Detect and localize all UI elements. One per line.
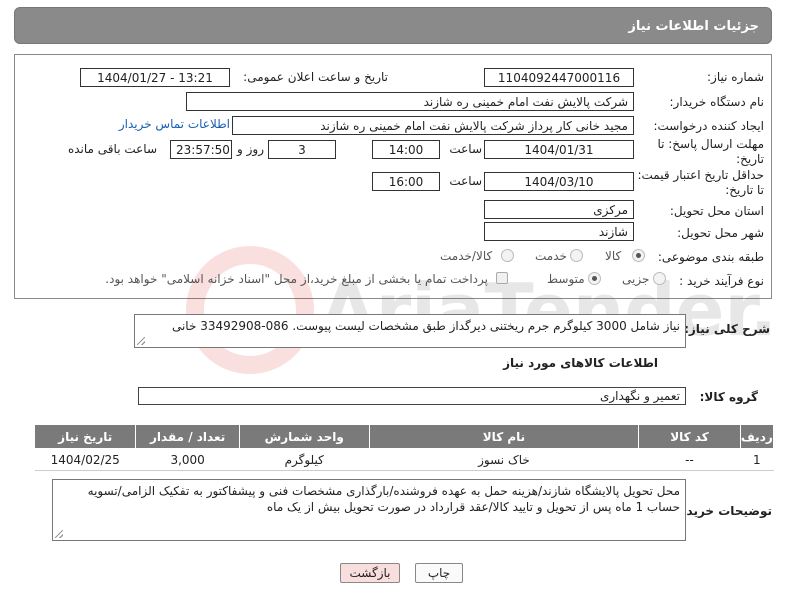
buyer-contact-link[interactable]: اطلاعات تماس خریدار: [119, 117, 230, 131]
city-label: شهر محل تحویل:: [677, 226, 764, 240]
category-label: طبقه بندی موضوعی:: [657, 250, 764, 264]
days-field[interactable]: 3: [268, 140, 336, 159]
buyer-notes-text: محل تحویل پالایشگاه شازند/هزینه حمل به ع…: [87, 484, 680, 514]
col-date-header: تاریخ نیاز: [33, 424, 137, 449]
goods-table: ردیف کد کالا نام کالا واحد شمارش تعداد /…: [33, 424, 775, 471]
process-option-minor: جزیی: [622, 272, 650, 286]
deadline-date-field[interactable]: 1404/01/31: [484, 140, 634, 159]
description-textarea[interactable]: نیاز شامل 3000 کیلوگرم جرم ریختنی دیرگدا…: [134, 314, 686, 348]
process-radio-minor[interactable]: [653, 272, 666, 285]
validity-date-field[interactable]: 1404/03/10: [484, 172, 634, 191]
buyer-field[interactable]: شرکت پالایش نفت امام خمینی ره شازند: [186, 92, 634, 111]
need-number-label: شماره نیاز:: [707, 70, 764, 84]
deadline-time-label: ساعت: [449, 142, 482, 156]
description-text: نیاز شامل 3000 کیلوگرم جرم ریختنی دیرگدا…: [171, 319, 680, 333]
category-option-both: کالا/خدمت: [440, 249, 493, 263]
days-label: روز و: [237, 142, 264, 156]
province-label: استان محل تحویل:: [669, 204, 764, 218]
cell-name: خاک نسوز: [369, 448, 639, 471]
category-option-goods: کالا: [605, 249, 622, 263]
cell-qty: 3,000: [135, 448, 240, 471]
goods-group-label: گروه کالا:: [699, 390, 758, 404]
page-title-bar: جزئیات اطلاعات نیاز: [14, 7, 772, 44]
col-qty-header: تعداد / مقدار: [135, 424, 240, 449]
goods-section-title: اطلاعات کالاهای مورد نیاز: [503, 356, 658, 370]
col-unit-header: واحد شمارش: [238, 424, 370, 449]
resize-grip-icon[interactable]: [55, 530, 63, 538]
validity-time-field[interactable]: 16:00: [372, 172, 440, 191]
cell-date: 1404/02/25: [34, 448, 136, 471]
deadline-time-field[interactable]: 14:00: [372, 140, 440, 159]
validity-label-1: حداقل تاریخ اعتبار قیمت:: [637, 168, 764, 182]
buyer-notes-textarea[interactable]: محل تحویل پالایشگاه شازند/هزینه حمل به ع…: [52, 479, 686, 541]
buyer-label: نام دستگاه خریدار:: [669, 95, 765, 109]
goods-group-field[interactable]: تعمیر و نگهداری: [138, 387, 686, 405]
back-button[interactable]: بازگشت: [340, 563, 400, 583]
goods-table-header: ردیف کد کالا نام کالا واحد شمارش تعداد /…: [33, 424, 775, 449]
table-row[interactable]: 1 -- خاک نسوز کیلوگرم 3,000 1404/02/25: [34, 448, 774, 471]
process-option-medium: متوسط: [547, 272, 585, 286]
province-field[interactable]: مرکزی: [484, 200, 634, 219]
city-field[interactable]: شازند: [484, 222, 634, 241]
page-title: جزئیات اطلاعات نیاز: [628, 19, 759, 34]
cell-row: 1: [740, 448, 774, 471]
category-option-service: خدمت: [535, 249, 567, 263]
process-radio-medium[interactable]: [588, 272, 601, 285]
resize-grip-icon[interactable]: [137, 337, 145, 345]
deadline-label-1: مهلت ارسال پاسخ: تا: [657, 137, 764, 151]
category-radio-goods[interactable]: [632, 249, 645, 262]
process-label: نوع فرآیند خرید :: [679, 274, 764, 288]
need-number-field[interactable]: 1104092447000116: [484, 68, 634, 87]
validity-label-2: تا تاریخ:: [725, 183, 764, 197]
validity-time-label: ساعت: [449, 174, 482, 188]
category-radio-both[interactable]: [501, 249, 514, 262]
creator-field[interactable]: مجید خانی کار پرداز شرکت پالایش نفت امام…: [232, 116, 634, 135]
cell-unit: کیلوگرم: [239, 448, 370, 471]
deadline-label-2: تاریخ:: [736, 152, 764, 166]
remaining-time-label: ساعت باقی مانده: [67, 142, 157, 156]
col-code-header: کد کالا: [638, 424, 741, 449]
announce-datetime-field[interactable]: 1404/01/27 - 13:21: [80, 68, 230, 87]
description-label: شرح کلی نیاز:: [684, 322, 770, 336]
creator-label: ایجاد کننده درخواست:: [653, 119, 764, 133]
print-button[interactable]: چاپ: [415, 563, 463, 583]
category-radio-service[interactable]: [570, 249, 583, 262]
col-name-header: نام کالا: [368, 424, 640, 449]
remaining-time-field[interactable]: 23:57:50: [170, 140, 232, 159]
treasury-payment-note: پرداخت تمام یا بخشی از مبلغ خرید،از محل …: [105, 272, 488, 286]
cell-code: --: [638, 448, 741, 471]
announce-label: تاریخ و ساعت اعلان عمومی:: [243, 70, 388, 84]
col-row-header: ردیف: [739, 424, 775, 449]
treasury-payment-checkbox[interactable]: [496, 272, 508, 284]
